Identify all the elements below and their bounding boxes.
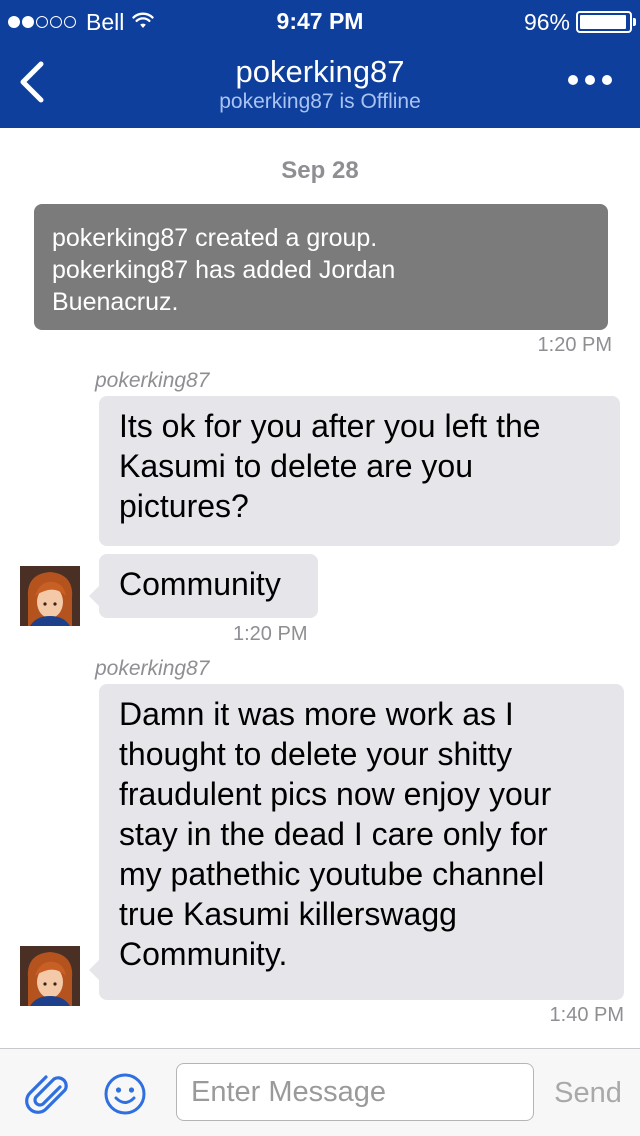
message-text-line: Its ok for you after you left the [119,408,541,444]
system-message-line: pokerking87 has added Jordan [52,256,396,284]
more-options-button[interactable] [562,64,618,100]
avatar[interactable] [20,946,80,1006]
message-input[interactable] [176,1063,534,1121]
message-text-line: my pathethic youtube channel [119,856,545,892]
message-text-line: true Kasumi killerswagg [119,896,457,932]
presence-status: pokerking87 is Offline [219,90,421,113]
system-message: pokerking87 created a group. pokerking87… [34,204,608,330]
smiley-icon [102,1073,148,1121]
message-bubble[interactable]: Damn it was more work as I thought to de… [89,684,624,1000]
sender-name: pokerking87 [95,657,210,680]
chat-screen: Bell 9:47 PM 96% pokerking87 pokerking87… [0,0,640,1136]
message-bubble[interactable]: Community [89,554,318,618]
battery-icon [576,11,636,33]
message-text-line: thought to delete your shitty [119,736,513,772]
attach-button[interactable] [24,1071,74,1121]
message-text-line: pictures? [119,488,249,524]
signal-strength-icon [8,16,78,28]
system-message-line: pokerking87 created a group. [52,224,378,252]
chevron-left-icon [17,60,47,109]
message-text-line: Damn it was more work as I [119,696,514,732]
message-timestamp: 1:20 PM [233,623,308,645]
avatar[interactable] [20,566,80,626]
emoji-button[interactable] [102,1071,148,1117]
message-text-line: stay in the dead I care only for [119,816,548,852]
sender-name: pokerking87 [95,369,210,392]
battery-percent: 96% [523,8,570,35]
ellipsis-icon [567,73,613,91]
message-text-line: Community [119,566,281,602]
paperclip-icon [24,1075,74,1125]
carrier-name: Bell [86,8,125,35]
send-button[interactable]: Send [548,1073,628,1113]
message-bubble[interactable]: Its ok for you after you left the Kasumi… [99,396,620,546]
message-text-line: Kasumi to delete are you [119,448,473,484]
message-timestamp: 1:20 PM [537,334,612,356]
date-separator: Sep 28 [281,157,359,184]
wifi-icon [132,9,155,36]
message-input-bar: Send [0,1048,640,1136]
back-button[interactable] [10,56,54,112]
top-bar: Bell 9:47 PM 96% pokerking87 pokerking87… [0,0,640,128]
battery-status: 96% [523,8,636,36]
message-text-line: fraudulent pics now enjoy your [119,776,552,812]
message-text-line: Community. [119,936,288,972]
message-timestamp: 1:40 PM [549,1004,624,1026]
system-message-line: Buenacruz. [52,288,179,316]
status-carrier: Bell [8,8,155,36]
conversation-title: pokerking87 [235,54,405,89]
